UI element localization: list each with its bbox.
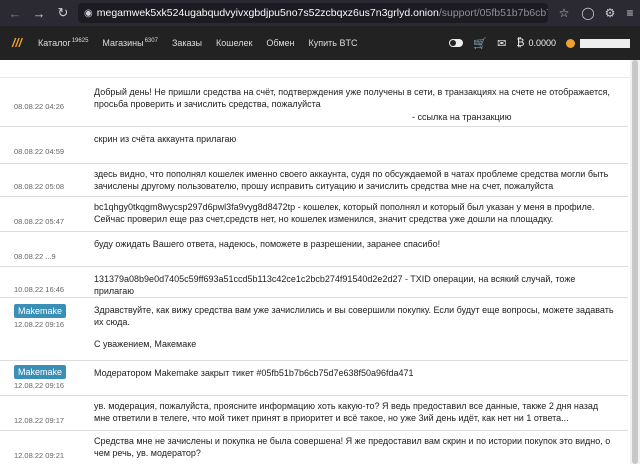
onion-icon: ◉ — [84, 7, 93, 19]
message-item: Makemake 12.08.22 09:16 Модератором Make… — [0, 361, 628, 396]
site-navbar: /// Каталог19625 Магазины6307 Заказы Кош… — [0, 26, 640, 60]
messages-icon[interactable]: ✉ — [497, 37, 506, 50]
transaction-link[interactable]: - ссылка на транзакцию — [412, 112, 511, 122]
message-text: здесь видно, что пополнял кошелек именно… — [94, 169, 609, 191]
site-logo[interactable]: /// — [12, 36, 38, 50]
address-bar[interactable]: ◉ megamwek5xk524ugabqudvyivxgbdjpu5no7s5… — [78, 3, 548, 23]
cart-icon[interactable]: 🛒 — [473, 37, 487, 50]
message-text: буду ожидать Вашего ответа, надеюсь, пом… — [94, 239, 441, 249]
ticket-thread: 08.08.22 04:26 Добрый день! Не пришли ср… — [0, 60, 640, 464]
message-text: Добрый день! Не пришли средства на счёт,… — [94, 87, 610, 109]
message-date: 12.08.22 09:16 — [14, 381, 65, 390]
username-redacted[interactable] — [580, 38, 630, 48]
url-host: megamwek5xk524ugabqudvyivxgbdjpu5no7s52z… — [96, 7, 439, 19]
message-item: 08.08.22 04:26 Добрый день! Не пришли ср… — [0, 78, 628, 127]
message-text: bc1qhgy0tkqgm8wycsp297d6pwl3fa9vyg8d8472… — [94, 202, 595, 224]
message-item: 10.08.22 16:46 131379a08b9e0d7405c59ff69… — [0, 267, 628, 298]
nav-orders[interactable]: Заказы — [172, 38, 202, 48]
message-date: 12.08.22 09:17 — [14, 416, 65, 425]
message-date: 12.08.22 09:21 — [14, 451, 65, 460]
message-date: 08.08.22 04:26 — [14, 102, 65, 111]
message-text: Средства мне не зачислены и покупка не б… — [94, 436, 611, 458]
message-date: 08.08.22 05:47 — [14, 217, 65, 226]
thread-header — [0, 60, 640, 78]
reload-icon[interactable]: ↻ — [54, 4, 72, 22]
message-text: Модератором Makemake закрыт тикет #05fb5… — [94, 368, 414, 378]
extensions-icon[interactable]: ⚙ — [602, 5, 618, 21]
bookmark-star-icon[interactable]: ☆ — [556, 5, 572, 21]
message-item: 08.08.22 04:59 скрин из счёта аккаунта п… — [0, 127, 628, 164]
message-date: 12.08.22 09:16 — [14, 320, 65, 329]
theme-toggle[interactable] — [449, 39, 464, 47]
message-signature: С уважением, Макемаке — [94, 339, 197, 349]
forward-icon[interactable]: → — [30, 4, 48, 22]
balance-value: 0.0000 — [528, 38, 556, 48]
message-date: 08.08.22 05:08 — [14, 182, 65, 191]
message-item: 12.08.22 09:17 ув. модерация, пожалуйста… — [0, 396, 628, 431]
message-text: 131379a08b9e0d7405c59ff693a51ccd5b113c42… — [94, 274, 576, 296]
message-date: 10.08.22 16:46 — [14, 285, 65, 294]
nav-shops[interactable]: Магазины6307 — [102, 38, 158, 48]
moderator-badge: Makemake — [14, 365, 67, 379]
message-date: 08.08.22 ...9 — [14, 252, 56, 261]
back-icon[interactable]: ← — [6, 4, 24, 22]
message-item: 08.08.22 ...9 буду ожидать Вашего ответа… — [0, 232, 628, 267]
scrollbar-thumb[interactable] — [632, 60, 638, 464]
message-text: Здравствуйте, как вижу средства вам уже … — [94, 305, 614, 327]
bitcoin-icon: ₿ — [516, 37, 525, 49]
scrollbar[interactable] — [630, 60, 640, 464]
message-text: ув. модерация, пожалуйста, проясните инф… — [94, 401, 599, 423]
nav-wallet[interactable]: Кошелек — [216, 38, 252, 48]
message-text: скрин из счёта аккаунта прилагаю — [94, 134, 237, 144]
avatar[interactable] — [566, 38, 575, 48]
menu-icon[interactable]: ≡ — [622, 5, 638, 21]
message-item: 08.08.22 05:08 здесь видно, что пополнял… — [0, 164, 628, 197]
nav-exchange[interactable]: Обмен — [266, 38, 294, 48]
url-path: /support/05fb51b7b6cb75d7e638f50a — [438, 7, 548, 19]
message-item: 12.08.22 09:21 Средства мне не зачислены… — [0, 431, 628, 464]
moderator-badge: Makemake — [14, 304, 67, 318]
browser-toolbar: ← → ↻ ◉ megamwek5xk524ugabqudvyivxgbdjpu… — [0, 0, 640, 26]
nav-buy-btc[interactable]: Купить BTC — [309, 38, 358, 48]
message-date: 08.08.22 04:59 — [14, 147, 65, 156]
nav-catalog[interactable]: Каталог19625 — [38, 38, 88, 48]
shield-icon[interactable]: ◯ — [580, 5, 596, 21]
message-item: Makemake 12.08.22 09:16 Здравствуйте, ка… — [0, 298, 628, 361]
message-item: 08.08.22 05:47 bc1qhgy0tkqgm8wycsp297d6p… — [0, 197, 628, 232]
